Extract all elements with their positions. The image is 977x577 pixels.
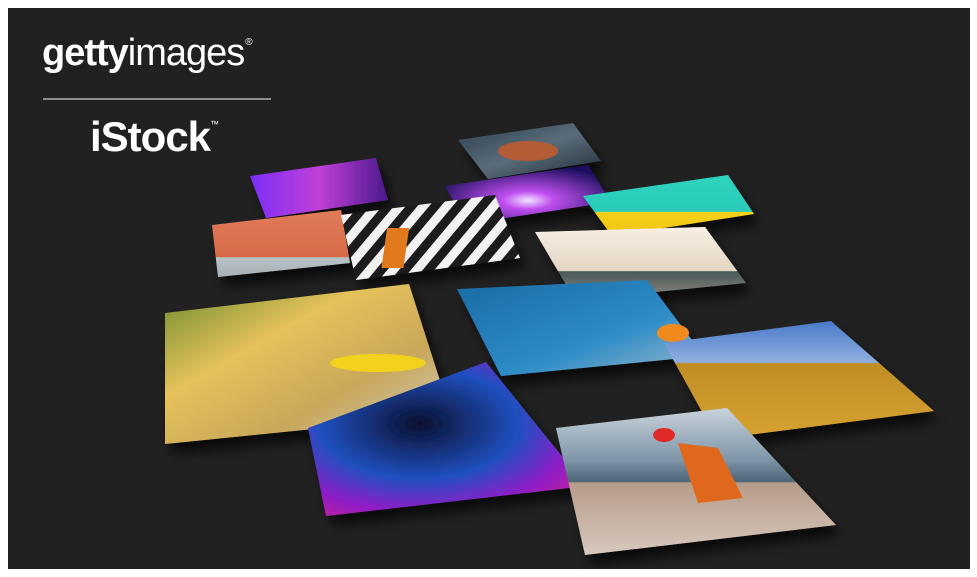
red-hat-detail: [653, 428, 675, 442]
orange-detail: [657, 324, 689, 342]
jumping-man-photo: [212, 210, 350, 277]
pineapple-photo: [583, 175, 754, 236]
food-dish-detail: [498, 141, 558, 161]
concert-crowd-photo: [250, 158, 388, 218]
photo-collage: [165, 123, 934, 555]
skateboard-detail: [330, 354, 426, 372]
splash-screen: gettyimages® iStock™: [8, 8, 970, 569]
striped-wall-photo: [341, 195, 520, 280]
